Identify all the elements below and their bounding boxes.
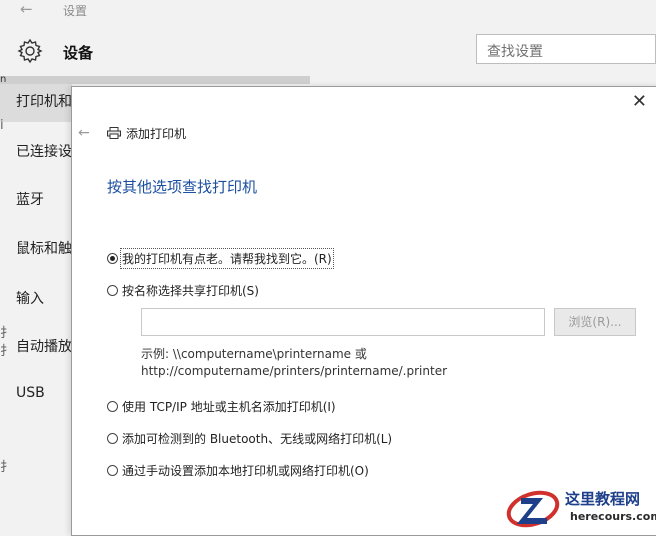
edge-fragment: 扌 bbox=[0, 326, 14, 341]
nav-item-printers[interactable]: 打印机和 bbox=[16, 91, 72, 111]
site-watermark: 这里教程网 herecours.com bbox=[505, 484, 656, 530]
watermark-logo-icon bbox=[506, 490, 560, 528]
edge-fragment: 扌 bbox=[0, 344, 14, 359]
window-title: 设置 bbox=[63, 4, 88, 18]
shared-printer-name-input[interactable] bbox=[141, 308, 545, 336]
edge-fragment: 扌 bbox=[0, 460, 14, 475]
edge-fragment: n bbox=[0, 74, 7, 85]
option-label: 添加可检测到的 Bluetooth、无线或网络打印机(L) bbox=[122, 432, 393, 446]
search-input[interactable]: 查找设置 bbox=[476, 34, 656, 64]
back-arrow-icon[interactable]: ← bbox=[20, 0, 33, 18]
option-bluetooth-wireless[interactable]: 添加可检测到的 Bluetooth、无线或网络打印机(L) bbox=[107, 430, 392, 447]
browse-button[interactable]: 浏览(R)... bbox=[554, 308, 636, 336]
dialog-back-arrow-icon[interactable]: ← bbox=[78, 125, 90, 141]
nav-item-autoplay[interactable]: 自动播放 bbox=[16, 336, 72, 356]
title-bar: ← 设置 bbox=[0, 0, 656, 22]
dialog-title: 添加打印机 bbox=[126, 127, 187, 141]
watermark-site-name: 这里教程网 bbox=[565, 490, 641, 508]
radio-button[interactable] bbox=[107, 285, 118, 296]
printer-icon bbox=[107, 127, 121, 139]
nav-item-bluetooth[interactable]: 蓝牙 bbox=[16, 189, 44, 209]
section-title: 设备 bbox=[63, 44, 94, 62]
watermark-site-url: herecours.com bbox=[570, 510, 656, 523]
radio-button[interactable] bbox=[107, 433, 118, 444]
example-line-2: http://computername/printers/printername… bbox=[141, 364, 448, 378]
option-label: 使用 TCP/IP 地址或主机名添加打印机(I) bbox=[122, 400, 336, 414]
nav-item-typing[interactable]: 输入 bbox=[16, 288, 44, 308]
example-line-1: 示例: \\computername\printername 或 bbox=[141, 347, 367, 361]
nav-item-connected-devices[interactable]: 已连接设 bbox=[16, 141, 72, 161]
option-old-printer[interactable]: 我的打印机有点老。请帮我找到它。(R) bbox=[107, 248, 334, 269]
option-shared-printer[interactable]: 按名称选择共享打印机(S) bbox=[107, 282, 259, 299]
close-icon[interactable]: ✕ bbox=[632, 91, 647, 112]
nav-item-mouse[interactable]: 鼠标和触 bbox=[16, 238, 72, 258]
radio-button[interactable] bbox=[107, 253, 118, 264]
option-manual-local[interactable]: 通过手动设置添加本地打印机或网络打印机(O) bbox=[107, 462, 369, 479]
gear-icon bbox=[17, 38, 43, 64]
add-printer-dialog: ✕ ← 添加打印机 按其他选项查找打印机 我的打印机有点老。请帮我找到它。(R)… bbox=[71, 86, 656, 536]
separator-bar bbox=[0, 76, 310, 84]
dialog-heading: 按其他选项查找打印机 bbox=[107, 178, 258, 196]
radio-button[interactable] bbox=[107, 465, 118, 476]
nav-item-usb[interactable]: USB bbox=[16, 385, 45, 401]
option-label: 通过手动设置添加本地打印机或网络打印机(O) bbox=[122, 464, 369, 478]
option-label: 按名称选择共享打印机(S) bbox=[122, 284, 259, 298]
edge-fragment: i bbox=[0, 118, 4, 133]
option-label: 我的打印机有点老。请帮我找到它。(R) bbox=[120, 248, 334, 269]
example-text: 示例: \\computername\printername 或 http://… bbox=[141, 346, 447, 380]
radio-button[interactable] bbox=[107, 401, 118, 412]
option-tcpip[interactable]: 使用 TCP/IP 地址或主机名添加打印机(I) bbox=[107, 398, 336, 415]
